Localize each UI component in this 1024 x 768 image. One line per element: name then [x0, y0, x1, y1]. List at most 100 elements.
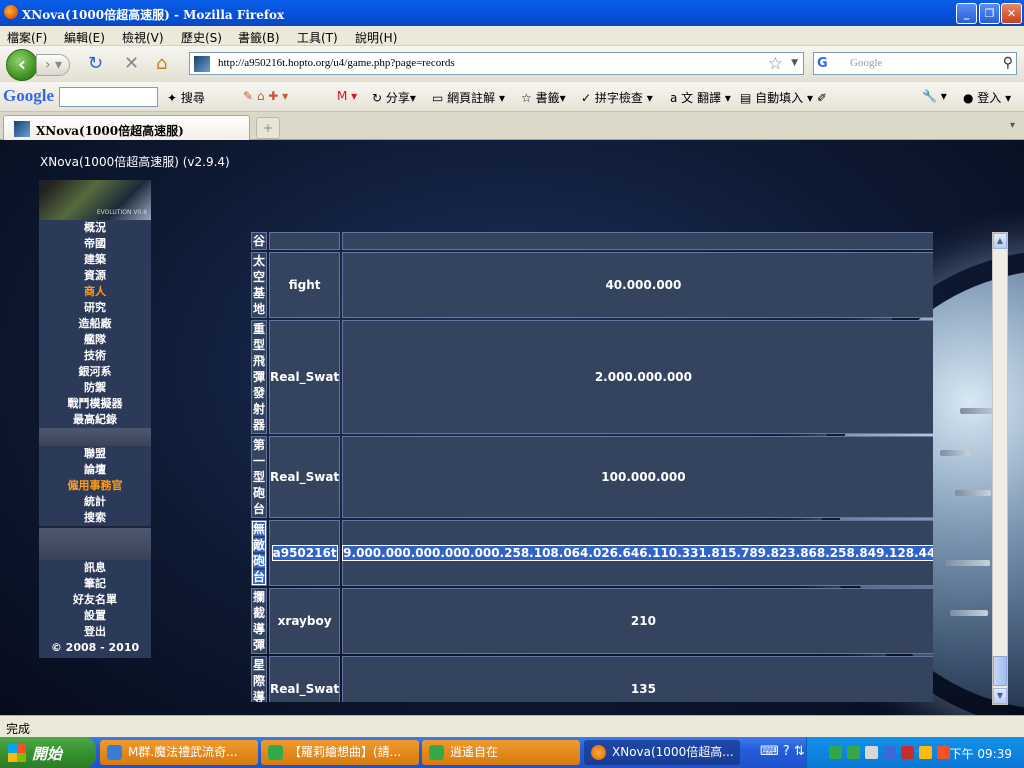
stop-icon[interactable]: ✕ — [124, 55, 139, 73]
menu-item[interactable]: 訊息 — [39, 560, 151, 576]
search-magnifier-icon[interactable]: ⚲ — [1003, 55, 1013, 71]
url-text[interactable]: http://a950216t.hopto.org/u4/game.php?pa… — [218, 57, 455, 69]
firefox-icon — [4, 5, 18, 19]
taskbar-item-active[interactable]: XNova(1000倍超高... — [584, 740, 740, 765]
menu-item[interactable]: 好友名單 — [39, 592, 151, 608]
keyboard-icon[interactable]: ⌨ ? ⇅ — [760, 744, 805, 759]
tab-bar: XNova(1000倍超高速服) + ▾ — [0, 112, 1024, 140]
menu-item[interactable]: 戰鬥模擬器 — [39, 396, 151, 412]
url-bar[interactable]: http://a950216t.hopto.org/u4/game.php?pa… — [189, 52, 804, 75]
vertical-scrollbar[interactable]: ▲ ▼ — [992, 232, 1008, 705]
table-row: 攔截導彈 xrayboy 210 — [251, 588, 933, 654]
menu-item[interactable]: 設置 — [39, 608, 151, 624]
tray-icon[interactable] — [919, 746, 932, 759]
menu-view[interactable]: 檢視(V) — [122, 29, 164, 46]
menu-item[interactable]: 研究 — [39, 300, 151, 316]
menu-item[interactable]: 艦隊 — [39, 332, 151, 348]
maximize-button[interactable]: ❐ — [979, 3, 1000, 24]
record-name: 第一型砲台 — [251, 436, 268, 518]
scroll-down-arrow-icon[interactable]: ▼ — [993, 688, 1007, 704]
sidewiki-button[interactable]: ▭ 網頁註解 ▾ — [432, 89, 505, 106]
google-search-engine-icon[interactable]: G — [817, 56, 833, 72]
tab-xnova[interactable]: XNova(1000倍超高速服) — [3, 115, 250, 140]
new-tab-button[interactable]: + — [256, 117, 280, 139]
menu-separator — [39, 428, 151, 446]
url-dropdown-icon[interactable]: ▼ — [791, 58, 798, 68]
tab-list-icon[interactable]: ▾ — [1010, 120, 1015, 131]
menu-history[interactable]: 歷史(S) — [181, 29, 222, 46]
table-row: 重型飛彈發射器 Real_Swat 2.000.000.000 — [251, 320, 933, 434]
menu-item[interactable]: 商人 — [39, 284, 151, 300]
scroll-up-arrow-icon[interactable]: ▲ — [993, 233, 1007, 249]
status-bar: 完成 — [0, 715, 1024, 737]
menu-item[interactable]: 筆記 — [39, 576, 151, 592]
bookmark-star-icon[interactable]: ☆ — [768, 54, 783, 74]
google-search-button[interactable]: ✦ 搜尋 — [167, 89, 205, 106]
back-arrow-icon[interactable]: ‹ — [6, 49, 38, 81]
menu-item[interactable]: 登出 — [39, 624, 151, 640]
autofill-button[interactable]: ▤ 自動填入 ▾ ✐ — [740, 89, 827, 106]
menu-item[interactable]: 帝國 — [39, 236, 151, 252]
table-row: 第一型砲台 Real_Swat 100.000.000 — [251, 436, 933, 518]
menu-item[interactable]: 最高紀錄 — [39, 412, 151, 428]
menu-item[interactable]: 防禦 — [39, 380, 151, 396]
menu-item[interactable]: 資源 — [39, 268, 151, 284]
clock: 下午 09:39 — [949, 747, 1012, 761]
record-value: 40.000.000 — [342, 252, 933, 318]
menu-item[interactable]: 聯盟 — [39, 446, 151, 462]
menu-item[interactable]: 統計 — [39, 494, 151, 510]
reload-icon[interactable]: ↻ — [88, 55, 103, 73]
table-row: 谷 — [251, 232, 933, 250]
menu-item[interactable]: 僱用事務官 — [39, 478, 151, 494]
spellcheck-button[interactable]: ✓ 拼字檢查 ▾ — [581, 89, 653, 106]
menu-bookmarks[interactable]: 書籤(B) — [238, 29, 280, 46]
window-titlebar: XNova(1000倍超高速服) - Mozilla Firefox _ ❐ ✕ — [0, 0, 1024, 26]
record-name: 重型飛彈發射器 — [251, 320, 268, 434]
menu-item[interactable]: 造船廠 — [39, 316, 151, 332]
bookmarks-button[interactable]: ☆ 書籤▾ — [521, 89, 566, 106]
menu-item[interactable]: 搜索 — [39, 510, 151, 526]
menu-edit[interactable]: 編輯(E) — [64, 29, 105, 46]
taskbar-item[interactable]: 逍遙自在 — [422, 740, 580, 765]
signin-button[interactable]: ● 登入 ▾ — [963, 89, 1011, 106]
menu-item[interactable]: 概況 — [39, 220, 151, 236]
tray-icon[interactable] — [937, 746, 950, 759]
toolbar-tool-icon[interactable]: ✎ ⌂ ✚ ▾ — [243, 89, 288, 103]
menubar: 檔案(F) 編輯(E) 檢視(V) 歷史(S) 書籤(B) 工具(T) 說明(H… — [0, 26, 1024, 46]
taskbar-item[interactable]: M群.魔法禮武流奇... — [100, 740, 258, 765]
windows-logo-icon — [8, 744, 26, 762]
menu-item[interactable]: 論壇 — [39, 462, 151, 478]
record-value: 100.000.000 — [342, 436, 933, 518]
home-icon[interactable]: ⌂ — [156, 55, 167, 73]
menu-file[interactable]: 檔案(F) — [7, 29, 47, 46]
wrench-icon[interactable]: 🔧 ▾ — [922, 89, 947, 103]
search-box[interactable]: G Google ⚲ — [813, 52, 1017, 75]
menu-item[interactable]: 建築 — [39, 252, 151, 268]
forward-arrow-icon[interactable]: › ▾ — [36, 54, 70, 76]
tray-icon[interactable] — [901, 746, 914, 759]
menu-separator — [39, 526, 151, 560]
gmail-icon[interactable]: M ▾ — [337, 89, 357, 103]
app-icon — [268, 745, 283, 760]
record-name: 星際導彈 — [251, 656, 268, 702]
translate-button[interactable]: a 文 翻譯 ▾ — [670, 89, 731, 106]
google-search-input[interactable] — [59, 87, 158, 107]
menu-tools[interactable]: 工具(T) — [297, 29, 338, 46]
close-button[interactable]: ✕ — [1001, 3, 1022, 24]
taskbar-item[interactable]: 【羅莉繪想曲】(請... — [261, 740, 419, 765]
google-toolbar: Google ✦ 搜尋 ✎ ⌂ ✚ ▾ M ▾ ↻ 分享▾ ▭ 網頁註解 ▾ ☆… — [0, 82, 1024, 112]
menu-help[interactable]: 說明(H) — [355, 29, 397, 46]
menu-item[interactable]: 銀河系 — [39, 364, 151, 380]
tray-icon[interactable] — [829, 746, 842, 759]
search-placeholder[interactable]: Google — [850, 57, 882, 69]
menu-item[interactable]: 技術 — [39, 348, 151, 364]
windows-taskbar: 開始 M群.魔法禮武流奇... 【羅莉繪想曲】(請... 逍遙自在 XNova(… — [0, 737, 1024, 768]
tray-icon[interactable] — [883, 746, 896, 759]
minimize-button[interactable]: _ — [956, 3, 977, 24]
spaceship-image — [945, 560, 990, 566]
start-button[interactable]: 開始 — [0, 737, 96, 768]
scroll-thumb[interactable] — [993, 656, 1007, 686]
tray-icon[interactable] — [847, 746, 860, 759]
share-button[interactable]: ↻ 分享▾ — [372, 89, 416, 106]
tray-icon[interactable] — [865, 746, 878, 759]
